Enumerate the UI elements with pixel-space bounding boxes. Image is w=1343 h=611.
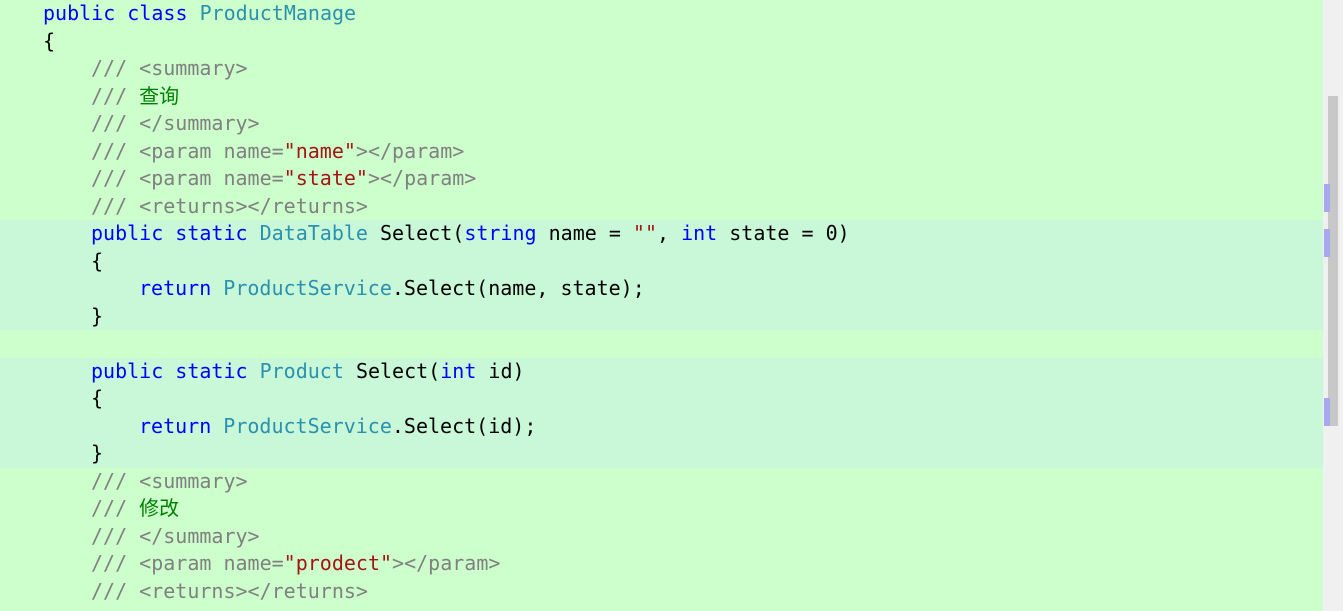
param-name: "state" bbox=[283, 166, 368, 190]
code-line: } bbox=[0, 440, 1323, 468]
doc-comment-line: /// 修改 bbox=[0, 495, 1323, 523]
comment-tag: <param name= bbox=[139, 166, 284, 190]
comment-tag: ></param> bbox=[367, 166, 477, 190]
comment-text: 查询 bbox=[139, 83, 180, 108]
doc-comment-line: /// </summary> bbox=[0, 110, 1323, 138]
keyword: public bbox=[91, 358, 164, 383]
comment-slashes: /// bbox=[91, 578, 128, 603]
comment-tag: </summary> bbox=[139, 111, 260, 135]
comment-tag: <param name= bbox=[139, 138, 284, 163]
change-marker bbox=[1324, 229, 1330, 257]
brace: { bbox=[91, 248, 104, 273]
code-line: return ProductService.Select(id); bbox=[0, 412, 1323, 440]
doc-comment-line: /// <param name="prodect"></param> bbox=[0, 550, 1323, 578]
code-editor[interactable]: public class ProductManage { /// <summar… bbox=[0, 0, 1323, 611]
keyword: public bbox=[91, 221, 164, 245]
method-signature-line: public static DataTable Select(string na… bbox=[0, 220, 1323, 248]
comment-slashes: /// bbox=[91, 193, 128, 218]
brace: } bbox=[91, 441, 104, 465]
doc-comment-line: /// <summary> bbox=[0, 55, 1323, 83]
comment-slashes: /// bbox=[91, 496, 128, 520]
parameter: id) bbox=[488, 358, 525, 383]
code-line: { bbox=[0, 385, 1323, 413]
statement: .Select(name, state); bbox=[391, 276, 645, 300]
brace: { bbox=[91, 386, 104, 410]
param-name: "name" bbox=[283, 138, 356, 163]
comment-slashes: /// bbox=[91, 551, 128, 575]
type-name: Product bbox=[259, 358, 344, 383]
parameter: state = 0) bbox=[729, 221, 850, 245]
comment-tag: <summary> bbox=[139, 468, 248, 493]
brace: } bbox=[91, 303, 104, 328]
param-name: "prodect" bbox=[283, 551, 393, 575]
comment-slashes: /// bbox=[91, 166, 128, 190]
type-name: ProductService bbox=[223, 413, 392, 438]
keyword: class bbox=[127, 1, 188, 25]
comment-tag: <returns></returns> bbox=[139, 193, 368, 218]
comment-tag: <summary> bbox=[139, 56, 248, 80]
keyword: int bbox=[440, 358, 477, 383]
doc-comment-line: /// <param name="state"></param> bbox=[0, 165, 1323, 193]
method-name: Select( bbox=[380, 221, 465, 245]
keyword: return bbox=[139, 413, 212, 438]
method-name: Select( bbox=[355, 358, 441, 383]
keyword: int bbox=[681, 221, 718, 245]
statement: .Select(id); bbox=[391, 413, 537, 438]
code-line: return ProductService.Select(name, state… bbox=[0, 275, 1323, 303]
comment-slashes: /// bbox=[91, 83, 128, 108]
comment-text: 修改 bbox=[139, 496, 180, 520]
comment-slashes: /// bbox=[91, 111, 128, 135]
type-name: ProductManage bbox=[199, 1, 357, 25]
keyword: static bbox=[175, 358, 248, 383]
brace: { bbox=[43, 28, 56, 53]
code-line: public class ProductManage bbox=[0, 0, 1323, 28]
string-literal: "" bbox=[632, 221, 657, 245]
code-line: { bbox=[0, 28, 1323, 56]
comment-tag: <returns></returns> bbox=[139, 578, 368, 603]
comment-tag: </summary> bbox=[139, 523, 260, 548]
change-marker bbox=[1324, 398, 1330, 426]
keyword: return bbox=[139, 276, 212, 300]
comment-tag: <param name= bbox=[139, 551, 284, 575]
method-signature-line: public static Product Select(int id) bbox=[0, 357, 1323, 385]
scroll-thumb[interactable] bbox=[1328, 96, 1338, 426]
keyword: public bbox=[43, 1, 116, 25]
doc-comment-line: /// <returns></returns> bbox=[0, 578, 1323, 606]
doc-comment-line: /// </summary> bbox=[0, 523, 1323, 551]
vertical-scrollbar[interactable] bbox=[1323, 0, 1343, 611]
parameter: name = bbox=[548, 221, 621, 245]
code-line: } bbox=[0, 302, 1323, 330]
doc-comment-line: /// 查询 bbox=[0, 83, 1323, 111]
comment-slashes: /// bbox=[91, 523, 128, 548]
keyword: static bbox=[175, 221, 248, 245]
code-line: { bbox=[0, 247, 1323, 275]
comment-slashes: /// bbox=[91, 468, 128, 493]
comment-slashes: /// bbox=[91, 138, 128, 163]
doc-comment-line: /// <summary> bbox=[0, 468, 1323, 496]
type-name: ProductService bbox=[223, 276, 392, 300]
type-name: DataTable bbox=[259, 221, 368, 245]
keyword: string bbox=[464, 221, 537, 245]
comment-tag: ></param> bbox=[392, 551, 501, 575]
change-marker bbox=[1324, 184, 1330, 212]
comment-tag: ></param> bbox=[355, 138, 465, 163]
comment-slashes: /// bbox=[91, 56, 128, 80]
comma: , bbox=[657, 221, 670, 245]
doc-comment-line: /// <returns></returns> bbox=[0, 193, 1323, 221]
doc-comment-line: /// <param name="name"></param> bbox=[0, 138, 1323, 166]
